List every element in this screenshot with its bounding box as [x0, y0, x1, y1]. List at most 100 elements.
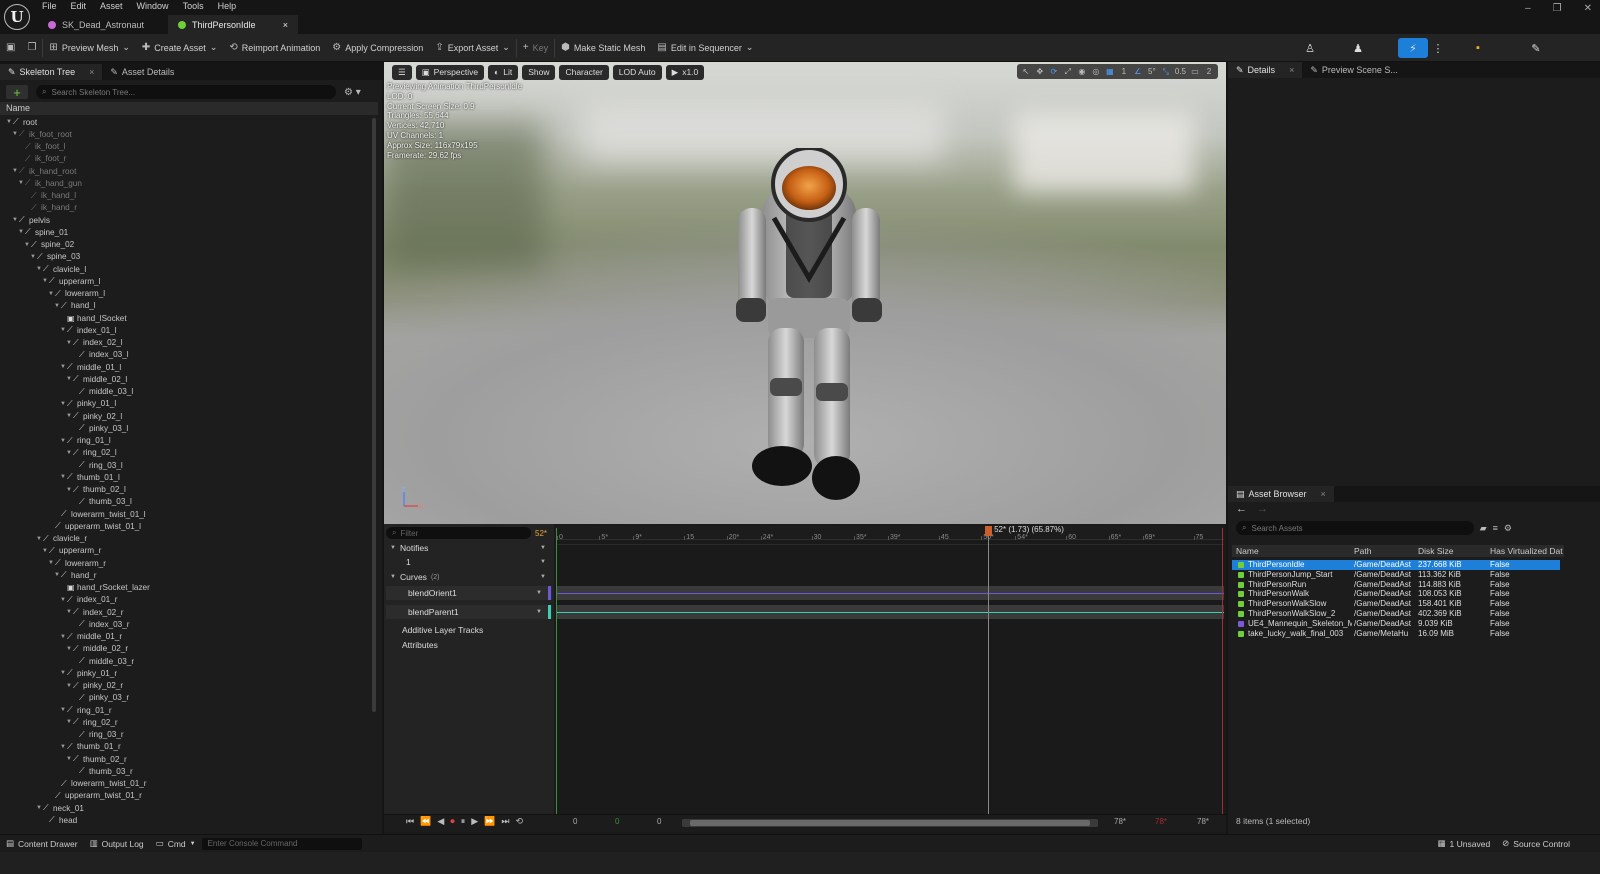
viewport-tool[interactable]: 2 — [1204, 67, 1214, 76]
expand-arrow-icon[interactable]: ▼ — [18, 229, 25, 235]
bone-row[interactable]: ▼ ⟋ upperarm_l — [0, 275, 372, 287]
bone-row[interactable]: ▼ ⟋ ik_hand_root — [0, 165, 372, 177]
bone-row[interactable]: ⟋ ik_hand_l — [0, 190, 372, 202]
save-button[interactable]: ▣ — [0, 34, 21, 62]
bone-row[interactable]: ⟋ index_03_l — [0, 349, 372, 361]
viewport-perspective-button[interactable]: ▣ Perspective — [415, 64, 485, 80]
skeleton-search-input[interactable]: ⌕ Search Skeleton Tree... — [36, 85, 336, 99]
playback-end[interactable]: 78* — [1155, 817, 1167, 826]
viewport-lit-button[interactable]: ◐ Lit — [488, 64, 519, 80]
viewport-tool[interactable]: ∠ — [1133, 67, 1143, 76]
gear-icon[interactable]: ⚙ ▾ — [344, 87, 361, 98]
expand-arrow-icon[interactable]: ▼ — [60, 707, 67, 713]
bone-row[interactable]: ⟋ upperarm_twist_01_l — [0, 520, 372, 532]
view-end[interactable]: 78* — [1114, 817, 1126, 826]
bone-row[interactable]: ▼ ⟋ ring_02_l — [0, 447, 372, 459]
gear-icon[interactable]: ⚙ — [1504, 523, 1512, 534]
expand-arrow-icon[interactable]: ▼ — [66, 646, 73, 652]
bone-row[interactable]: ▼ ⟋ hand_l — [0, 300, 372, 312]
toolbar-create-asset-button[interactable]: ✚ Create Asset ⌄ — [136, 34, 223, 62]
toolbar-edit-in-sequencer-button[interactable]: ▤ Edit in Sequencer ⌄ — [651, 34, 759, 62]
asset-row[interactable]: ThirdPersonRun/Game/DeadAst 114.883 KiB Fa… — [1232, 580, 1560, 590]
bone-row[interactable]: ⟋ thumb_03_r — [0, 765, 372, 777]
folder-icon[interactable]: ▰ — [1480, 523, 1487, 534]
asset-column-header[interactable]: Name — [1236, 545, 1259, 557]
restore-icon[interactable]: ❐ — [1553, 3, 1562, 14]
expand-arrow-icon[interactable]: ▼ — [12, 217, 19, 223]
bone-row[interactable]: ⟋ ik_hand_r — [0, 202, 372, 214]
bone-row[interactable]: ▼ ⟋ neck_01 — [0, 802, 372, 814]
toolbar-preview-mesh-button[interactable]: ⊞ Preview Mesh ⌄ — [43, 34, 135, 62]
bone-row[interactable]: ⟋ head — [0, 814, 372, 826]
bone-row[interactable]: ⟋ middle_03_r — [0, 655, 372, 667]
viewport-tool[interactable]: 1 — [1119, 67, 1129, 76]
viewport-tool[interactable]: 5° — [1147, 67, 1157, 76]
bone-row[interactable]: ▼ ⟋ middle_02_r — [0, 643, 372, 655]
view-start[interactable]: 0 — [657, 817, 661, 826]
expand-arrow-icon[interactable]: ▼ — [66, 609, 73, 615]
viewport-tool[interactable]: ↖ — [1021, 67, 1031, 76]
expand-arrow-icon[interactable]: ▼ — [6, 119, 13, 125]
expand-arrow-icon[interactable]: ▼ — [66, 376, 73, 382]
skeleton-scrollbar[interactable] — [372, 118, 376, 712]
minimize-icon[interactable]: – — [1525, 3, 1531, 14]
bone-row[interactable]: ⟋ ik_foot_l — [0, 141, 372, 153]
viewport-tool[interactable]: ◉ — [1077, 67, 1087, 76]
add-bone-button[interactable]: + — [6, 85, 28, 100]
forward-arrow-icon[interactable]: → — [1257, 503, 1268, 515]
toolbar-export-asset-button[interactable]: ⇪ Export Asset ⌄ — [429, 34, 515, 62]
expand-arrow-icon[interactable]: ▼ — [24, 242, 31, 248]
bone-row[interactable]: ▼ ⟋ index_02_l — [0, 337, 372, 349]
playhead-line[interactable] — [988, 528, 990, 814]
panel-tab[interactable]: ✎ Preview Scene S... — [1302, 62, 1406, 78]
transport-button[interactable]: ◀ — [437, 816, 444, 827]
viewport-character-button[interactable]: Character — [559, 64, 609, 80]
expand-arrow-icon[interactable]: ▼ — [30, 254, 37, 260]
bone-row[interactable]: ▼ ⟋ pinky_02_l — [0, 410, 372, 422]
bone-row[interactable]: ⟋ pinky_03_r — [0, 692, 372, 704]
asset-row[interactable]: UE4_Mannequin_Skeleton_M/Game/DeadAst 9.0… — [1232, 619, 1560, 629]
expand-arrow-icon[interactable]: ▼ — [18, 180, 25, 186]
bone-row[interactable]: ▼ ⟋ thumb_01_r — [0, 741, 372, 753]
menu-file[interactable]: File — [42, 0, 57, 13]
editor-mode-button[interactable]: ⚡ — [1398, 38, 1428, 58]
close-icon[interactable]: × — [1321, 489, 1326, 499]
editor-mode-button[interactable]: ⋮ — [1432, 38, 1444, 58]
track-filter-input[interactable]: ⌕ Filter — [386, 527, 531, 539]
viewport-lod-auto-button[interactable]: LOD Auto — [612, 64, 662, 80]
asset-row[interactable]: ThirdPersonWalkSlow_2/Game/DeadAst 402.36… — [1232, 609, 1560, 619]
viewport-tool[interactable]: ✥ — [1035, 67, 1045, 76]
expand-arrow-icon[interactable]: ▼ — [60, 364, 67, 370]
bone-row[interactable]: ▼ ⟋ index_01_l — [0, 324, 372, 336]
menu-window[interactable]: Window — [137, 0, 169, 13]
back-arrow-icon[interactable]: ← — [1236, 503, 1247, 515]
attributes-row[interactable]: Attributes — [386, 638, 552, 652]
expand-arrow-icon[interactable]: ▼ — [36, 805, 43, 811]
asset-row[interactable]: ThirdPersonJump_Start/Game/DeadAst 113.36… — [1232, 570, 1560, 580]
toolbar-apply-compression-button[interactable]: ⚙ Apply Compression — [326, 34, 429, 62]
viewport-tool[interactable]: ◎ — [1091, 67, 1101, 76]
bone-row[interactable]: ▼ ⟋ lowerarm_r — [0, 557, 372, 569]
toolbar-make-static-mesh-button[interactable]: ⬢ Make Static Mesh — [555, 34, 651, 62]
viewport-x1-0-button[interactable]: ▶ x1.0 — [665, 64, 705, 80]
bone-row[interactable]: ▼ ⟋ spine_03 — [0, 251, 372, 263]
expand-arrow-icon[interactable]: ▼ — [60, 744, 67, 750]
expand-arrow-icon[interactable]: ▼ — [60, 327, 67, 333]
additive-layer-tracks-row[interactable]: Additive Layer Tracks — [386, 623, 552, 637]
transport-button[interactable]: ⏺ — [450, 816, 455, 827]
expand-arrow-icon[interactable]: ▼ — [66, 450, 73, 456]
bone-row[interactable]: ▼ ⟋ spine_02 — [0, 239, 372, 251]
bone-row[interactable]: ▼ ⟋ middle_01_l — [0, 361, 372, 373]
expand-arrow-icon[interactable]: ▼ — [66, 756, 73, 762]
expand-arrow-icon[interactable]: ▼ — [66, 487, 73, 493]
expand-arrow-icon[interactable]: ▼ — [60, 597, 67, 603]
bone-row[interactable]: ▼ ⟋ pelvis — [0, 214, 372, 226]
bone-row[interactable]: ⟋ index_03_r — [0, 618, 372, 630]
range-start[interactable]: 0 — [573, 817, 577, 826]
output-log-button[interactable]: ▥ Output Log — [84, 835, 150, 853]
tab-asset-browser[interactable]: ▤ Asset Browser × — [1228, 486, 1334, 502]
panel-tab[interactable]: ✎ Skeleton Tree × — [0, 64, 103, 80]
source-control-button[interactable]: ⊘ Source Control — [1496, 835, 1600, 853]
expand-arrow-icon[interactable]: ▼ — [66, 413, 73, 419]
asset-row[interactable]: take_lucky_walk_final_003/Game/MetaHu 16.… — [1232, 629, 1560, 639]
